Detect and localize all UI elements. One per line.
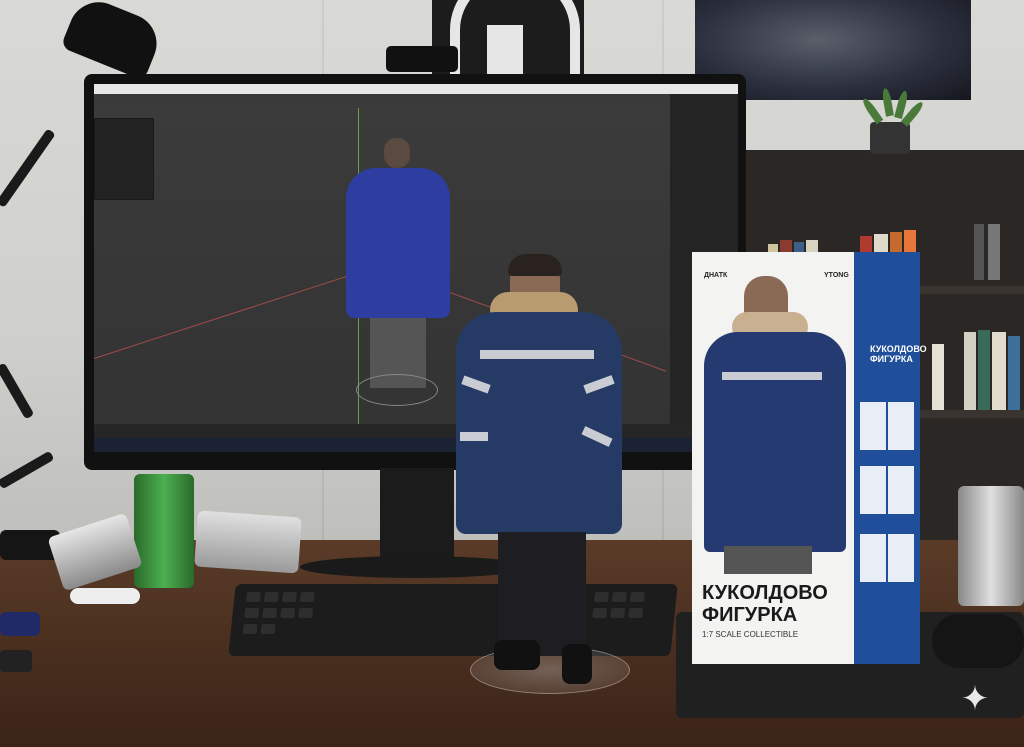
reflective-stripe [480, 350, 594, 359]
box-side-title: КУКОЛДОВО ФИГУРКА [870, 344, 927, 364]
monitor-screen [94, 84, 738, 452]
book [978, 330, 990, 414]
key [592, 608, 608, 618]
box-art-legs [724, 546, 812, 574]
box-thumbnail [860, 534, 886, 582]
webcam [386, 46, 458, 72]
model-base [356, 374, 438, 406]
key [242, 624, 258, 634]
reflective-stripe [460, 432, 488, 441]
product-box: ДНАТК YTONG КУКОЛДОВО ФИГУРКА 1:7 SCALE … [692, 252, 927, 664]
monitor-foot [300, 556, 530, 578]
key [281, 592, 297, 602]
box-thumbnail [888, 402, 914, 450]
soda-can [134, 474, 194, 588]
plant-pot [870, 122, 910, 154]
figure-pants [498, 532, 586, 656]
box-brand-left: ДНАТК [704, 272, 728, 279]
key [245, 592, 261, 602]
book [932, 344, 944, 414]
computer-mouse [932, 614, 1024, 668]
key [299, 592, 315, 602]
soda-can [194, 510, 302, 574]
key [260, 624, 276, 634]
key [298, 608, 314, 618]
box-thumbnail [888, 466, 914, 514]
outliner-panel [94, 118, 154, 200]
key [262, 608, 278, 618]
box-side [854, 252, 920, 664]
model-head [384, 138, 410, 168]
model-jacket [346, 168, 450, 318]
book [974, 224, 984, 280]
monitor-stand [380, 468, 454, 566]
key [263, 592, 279, 602]
taskbar [94, 438, 738, 452]
figure-hair [508, 254, 562, 276]
key [244, 608, 260, 618]
box-thumbnail [860, 402, 886, 450]
soda-can [958, 486, 1024, 606]
key [628, 608, 644, 618]
key [629, 592, 645, 602]
figure-shoe [494, 640, 540, 670]
box-title: КУКОЛДОВО ФИГУРКА [702, 582, 852, 626]
box-title-line1: КУКОЛДОВО [702, 582, 828, 604]
box-title-line2: ФИГУРКА [702, 604, 798, 626]
box-thumbnail [860, 466, 886, 514]
poster-number [487, 25, 523, 80]
x-axis-line [94, 265, 380, 359]
box-art-stripe [722, 372, 822, 380]
phone [0, 650, 32, 672]
app-toolbar [94, 94, 738, 108]
book [992, 332, 1006, 414]
book [1008, 336, 1020, 414]
box-brand-right: YTONG [824, 272, 849, 279]
figure-jacket [456, 312, 622, 534]
figure-shoe [562, 644, 592, 684]
key [611, 592, 627, 602]
box-thumbnail [888, 534, 914, 582]
book [988, 224, 1000, 280]
sparkle-icon: ✦ [960, 680, 990, 718]
keyboard [228, 584, 678, 656]
book [964, 332, 976, 414]
box-subtitle: 1:7 SCALE COLLECTIBLE [702, 630, 799, 639]
key [280, 608, 296, 618]
key [593, 592, 609, 602]
app-menubar [94, 84, 738, 94]
key [610, 608, 626, 618]
usb-stick [70, 588, 140, 604]
usb-device [0, 612, 40, 636]
box-art-jacket [704, 332, 846, 552]
timeline [94, 424, 738, 438]
